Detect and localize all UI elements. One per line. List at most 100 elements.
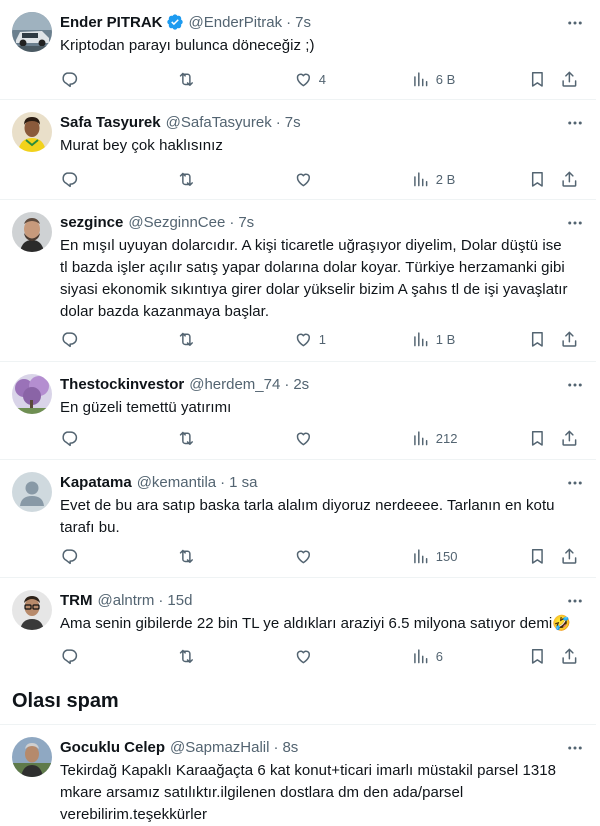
avatar[interactable] [12,590,52,630]
tweet-text: Murat bey çok haklısınız [60,135,582,157]
author-name[interactable]: Kapatama [60,474,132,491]
more-options-icon[interactable] [566,592,584,610]
like-button[interactable] [294,546,319,566]
author-name[interactable]: Thestockinvestor [60,376,184,393]
more-options-icon[interactable] [566,376,584,394]
views-chart-icon [414,332,428,346]
retweet-button[interactable] [177,646,196,666]
tweet-text-line: tl bazda işler açılır satış yapar doları… [60,259,565,276]
bookmark-button[interactable] [528,169,547,189]
author-handle[interactable]: @SapmazHalil [170,739,269,756]
author-handle[interactable]: @SafaTasyurek [166,114,272,131]
like-button[interactable] [294,646,319,666]
tweet-item[interactable]: Ender PITRAK @EnderPitrak · 7s Kriptodan… [0,0,596,100]
tweet-item[interactable]: Safa Tasyurek @SafaTasyurek · 7s Murat b… [0,100,596,200]
view-count: 6 B [435,71,456,87]
avatar[interactable] [12,12,52,52]
like-button[interactable] [294,169,319,189]
avatar[interactable] [12,472,52,512]
share-button[interactable] [560,169,579,189]
timestamp[interactable]: 7s [285,114,301,131]
timestamp[interactable]: 7s [295,14,311,31]
author-handle[interactable]: @kemantila [137,474,216,491]
possible-spam-heading: Olası spam [12,690,119,712]
bookmark-button[interactable] [528,546,547,566]
reply-button[interactable] [60,329,79,349]
like-button[interactable]: 1 [294,329,326,349]
timestamp[interactable]: 15d [167,592,192,609]
like-button[interactable]: 4 [294,69,326,89]
retweet-button[interactable] [177,329,196,349]
reply-button[interactable] [60,169,79,189]
retweet-button[interactable] [177,69,196,89]
heart-icon [296,432,310,445]
retweet-button[interactable] [177,169,196,189]
author-handle[interactable]: @alntrm [98,592,155,609]
heart-icon [296,173,310,186]
more-options-icon[interactable] [566,214,584,232]
tweet-item[interactable]: Kapatama @kemantila · 1 sa Evet de bu ar… [0,460,596,578]
reply-button[interactable] [60,69,79,89]
author-name[interactable]: Ender PITRAK [60,14,163,31]
views-chart-icon [414,72,428,86]
tweet-item[interactable]: TRM @alntrm · 15d Ama senin gibilerde 22… [0,578,596,678]
share-button[interactable] [560,646,579,666]
like-button[interactable] [294,428,319,448]
more-options-icon[interactable] [566,739,584,757]
reply-button[interactable] [60,546,79,566]
share-button[interactable] [560,69,579,89]
author-name[interactable]: Safa Tasyurek [60,114,161,131]
timestamp[interactable]: 2s [293,376,309,393]
timestamp[interactable]: 1 sa [229,474,257,491]
author-name[interactable]: Gocuklu Celep [60,739,165,756]
bookmark-button[interactable] [528,69,547,89]
retweet-button[interactable] [177,546,196,566]
avatar[interactable] [12,112,52,152]
avatar[interactable] [12,212,52,252]
views-button[interactable]: 1 B [411,329,455,349]
purple-tree-avatar-icon [12,374,52,414]
reply-button[interactable] [60,428,79,448]
views-button[interactable]: 212 [411,428,457,448]
man-outdoor-avatar-icon [12,737,52,777]
more-options-icon[interactable] [566,474,584,492]
bookmark-button[interactable] [528,646,547,666]
bookmark-button[interactable] [528,329,547,349]
views-button[interactable]: 150 [411,546,457,566]
reply-button[interactable] [60,646,79,666]
timestamp[interactable]: 7s [238,214,254,231]
more-options-icon[interactable] [566,14,584,32]
heart-icon [296,550,310,563]
views-button[interactable]: 6 B [411,69,455,89]
share-button[interactable] [560,428,579,448]
views-button[interactable]: 2 B [411,169,455,189]
tweet-item[interactable]: sezgince @SezginnCee · 7s En mışıl uyuya… [0,200,596,362]
author-handle[interactable]: @EnderPitrak [189,14,283,31]
timestamp[interactable]: 8s [282,739,298,756]
action-bar: 2 B [60,169,582,189]
share-button[interactable] [560,546,579,566]
views-button[interactable]: 6 [411,646,443,666]
author-name[interactable]: TRM [60,592,93,609]
retweet-button[interactable] [177,428,196,448]
share-icon [562,171,577,187]
view-count: 150 [435,548,458,564]
more-options-icon[interactable] [566,114,584,132]
view-count: 212 [435,430,458,446]
author-name[interactable]: sezgince [60,214,123,231]
like-count: 4 [318,71,326,87]
tweet-text: Tekirdağ Kapaklı Karaağaçta 6 kat konut+… [60,760,582,826]
bookmark-icon [531,430,543,446]
bookmark-button[interactable] [528,428,547,448]
reply-icon [62,332,78,347]
avatar[interactable] [12,737,52,777]
heart-icon [296,650,310,663]
author-handle[interactable]: @herdem_74 [189,376,280,393]
share-button[interactable] [560,329,579,349]
separator-dot: · [229,213,235,231]
tweet-item[interactable]: Thestockinvestor @herdem_74 · 2s En güze… [0,362,596,460]
reply-icon [62,431,78,446]
author-handle[interactable]: @SezginnCee [128,214,225,231]
avatar[interactable] [12,374,52,414]
tweet-item[interactable]: Gocuklu Celep @SapmazHalil · 8s Tekirdağ… [0,724,596,823]
